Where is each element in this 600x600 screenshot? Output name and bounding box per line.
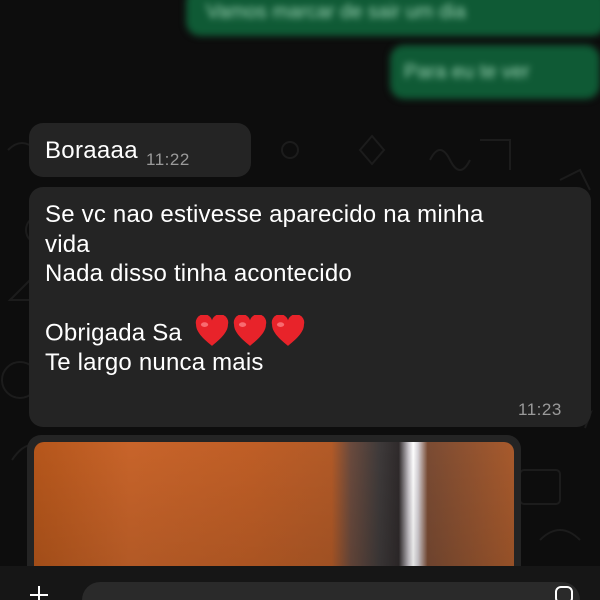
message-timestamp: 11:23 (518, 400, 562, 419)
message-line-with-hearts: Obrigada Sa (45, 315, 484, 348)
outgoing-message[interactable]: Vamos marcar de sair um dia (186, 0, 600, 36)
message-input[interactable] (82, 582, 580, 600)
chat-screen: Vamos marcar de sair um dia Para eu te v… (0, 0, 600, 600)
message-line: Te largo nunca mais (45, 348, 264, 376)
outgoing-message[interactable]: Para eu te ver (390, 45, 600, 99)
red-heart-icon (195, 315, 229, 346)
red-heart-icon (271, 315, 305, 346)
message-text: Se vc nao estivesse aparecido na minha v… (45, 200, 484, 377)
message-line: vida (45, 230, 90, 258)
incoming-message[interactable]: Boraaaa (29, 123, 251, 177)
message-text: Boraaaa (45, 137, 138, 164)
outgoing-message-text: Vamos marcar de sair um dia (206, 1, 466, 23)
message-line: Nada disso tinha acontecido (45, 260, 352, 287)
message-line: Se vc nao estivesse aparecido na minha (45, 201, 484, 228)
message-line-blank (45, 289, 484, 319)
outgoing-message-text: Para eu te ver (404, 61, 530, 83)
red-heart-icon (233, 315, 267, 346)
sticker-icon[interactable] (554, 585, 574, 600)
plus-icon[interactable] (30, 586, 48, 600)
message-timestamp: 11:22 (146, 150, 190, 169)
hearts-emoji-group (195, 315, 305, 347)
incoming-message[interactable]: Se vc nao estivesse aparecido na minha v… (29, 187, 591, 427)
message-line: Obrigada Sa (45, 319, 182, 347)
